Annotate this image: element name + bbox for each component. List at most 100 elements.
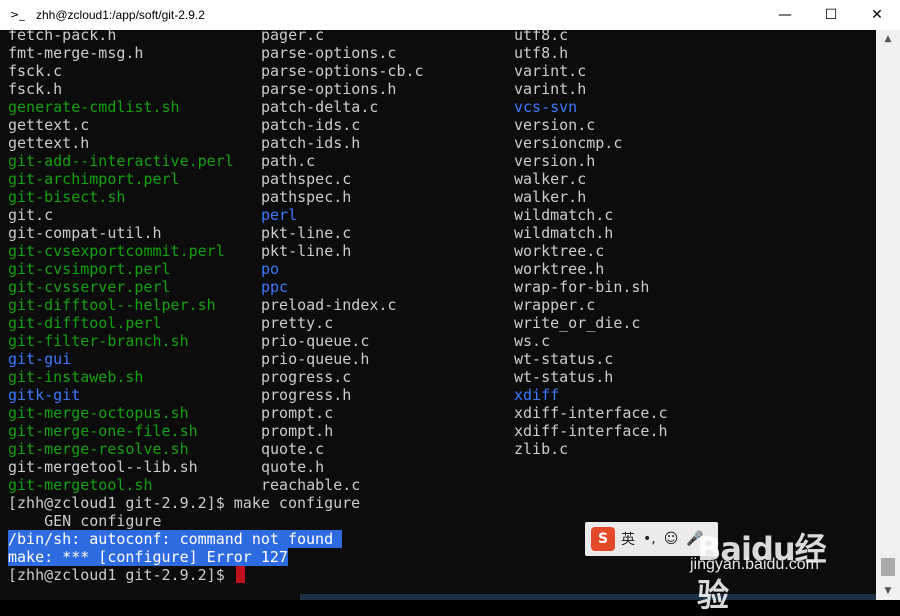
listing-row: git-cvsimport.perl po worktree.h (8, 260, 868, 278)
file-entry: worktree.h (514, 260, 605, 278)
file-entry: wt-status.h (514, 368, 614, 386)
maximize-button[interactable]: ☐ (808, 0, 854, 30)
file-entry: write_or_die.c (514, 314, 641, 332)
listing-row: git-merge-resolve.sh quote.c zlib.c (8, 440, 868, 458)
file-entry: varint.c (514, 62, 587, 80)
prompt-text: [zhh@zcloud1 git-2.9.2]$ (8, 566, 234, 584)
file-entry: git-cvsimport.perl (8, 260, 171, 278)
file-entry: progress.h (261, 386, 352, 404)
file-entry: progress.c (261, 368, 352, 386)
ime-language-toggle[interactable]: 英 (621, 529, 635, 549)
file-entry: pathspec.c (261, 170, 352, 188)
text-cursor (235, 566, 245, 583)
file-entry: fsck.c (8, 62, 63, 80)
file-entry: pkt-line.c (261, 224, 352, 242)
file-entry: pretty.c (261, 314, 334, 332)
listing-row: git-cvsserver.perl ppc wrap-for-bin.sh (8, 278, 868, 296)
minimize-button[interactable]: — (762, 0, 808, 30)
listing-row: fsck.c parse-options-cb.c varint.c (8, 62, 868, 80)
listing-row: git-bisect.sh pathspec.h walker.h (8, 188, 868, 206)
file-entry: pkt-line.h (261, 242, 352, 260)
file-entry: gettext.h (8, 134, 90, 152)
file-entry: worktree.c (514, 242, 605, 260)
listing-row: git-merge-one-file.sh prompt.h xdiff-inter… (8, 422, 868, 440)
file-entry: walker.h (514, 188, 587, 206)
file-entry: parse-options-cb.c (261, 62, 424, 80)
listing-row: git-difftool.perl pretty.c write_or_die.c (8, 314, 868, 332)
ime-emoji-icon[interactable]: ☺ (664, 531, 679, 547)
file-entry: git-mergetool--lib.sh (8, 458, 198, 476)
terminal-icon: >_ (10, 8, 25, 21)
file-entry: git-merge-resolve.sh (8, 440, 189, 458)
file-entry: version.h (514, 152, 596, 170)
prompt-line[interactable]: [zhh@zcloud1 git-2.9.2]$ (8, 566, 245, 584)
file-entry: git-filter-branch.sh (8, 332, 189, 350)
file-entry: git-gui (8, 350, 72, 368)
file-entry: parse-options.c (261, 44, 397, 62)
file-entry: pager.c (261, 30, 325, 44)
file-entry: git-cvsserver.perl (8, 278, 171, 296)
file-entry: xdiff (514, 386, 560, 404)
listing-row: git-mergetool--lib.sh quote.h (8, 458, 868, 476)
watermark-overlay: S 英 •, ☺ 🎤 Baidu经验 jingyan.baidu.com (585, 522, 855, 614)
file-entry: version.c (514, 116, 596, 134)
file-entry: gitk-git (8, 386, 81, 404)
scroll-down-icon[interactable]: ▼ (876, 582, 900, 600)
file-entry: ws.c (514, 332, 551, 350)
listing-row: git-merge-octopus.sh prompt.c xdiff-interf… (8, 404, 868, 422)
baidu-url: jingyan.baidu.com (690, 556, 819, 573)
listing-row: fmt-merge-msg.h parse-options.c utf8.h (8, 44, 868, 62)
sogou-logo-icon: S (591, 527, 615, 551)
vertical-scrollbar[interactable]: ▲ ▼ (876, 30, 900, 600)
file-entry: gettext.c (8, 116, 90, 134)
file-entry: xdiff-interface.c (514, 404, 668, 422)
title-bar: >_ zhh@zcloud1:/app/soft/git-2.9.2 — ☐ ✕ (0, 0, 900, 30)
window-controls: — ☐ ✕ (762, 0, 900, 30)
command-line: [zhh@zcloud1 git-2.9.2]$ make configure (8, 494, 361, 512)
file-entry: patch-ids.h (261, 134, 361, 152)
file-entry: pathspec.h (261, 188, 352, 206)
file-entry: git-mergetool.sh (8, 476, 153, 494)
file-entry: git.c (8, 206, 54, 224)
file-entry: git-compat-util.h (8, 224, 162, 242)
listing-row: fsck.h parse-options.h varint.h (8, 80, 868, 98)
listing-row: generate-cmdlist.sh patch-delta.c vcs-svn (8, 98, 868, 116)
file-entry: versioncmp.c (514, 134, 623, 152)
file-entry: parse-options.h (261, 80, 397, 98)
file-entry: wrap-for-bin.sh (514, 278, 650, 296)
selected-text: make: *** [configure] Error 127 (8, 548, 288, 566)
file-entry: varint.h (514, 80, 587, 98)
listing-row: git-mergetool.sh reachable.c (8, 476, 868, 494)
file-entry: prio-queue.c (261, 332, 370, 350)
file-entry: utf8.c (514, 30, 569, 44)
error-line-autoconf[interactable]: /bin/sh: autoconf: command not found (8, 530, 343, 548)
terminal-output[interactable]: fetch-pack.h pager.c utf8.c fmt-merge-msg.h… (0, 30, 876, 600)
file-entry: preload-index.c (261, 296, 397, 314)
error-line-make[interactable]: make: *** [configure] Error 127 (8, 548, 288, 566)
file-entry: git-bisect.sh (8, 188, 126, 206)
file-entry: generate-cmdlist.sh (8, 98, 180, 116)
scroll-up-icon[interactable]: ▲ (876, 30, 900, 48)
listing-row: fetch-pack.h pager.c utf8.c (8, 30, 868, 44)
listing-row: gettext.c patch-ids.c version.c (8, 116, 868, 134)
file-entry: fsck.h (8, 80, 63, 98)
file-entry: walker.c (514, 170, 587, 188)
listing-row: git-gui prio-queue.h wt-status.c (8, 350, 868, 368)
file-entry: git-add--interactive.perl (8, 152, 234, 170)
listing-row: gettext.h patch-ids.h versioncmp.c (8, 134, 868, 152)
window-title: zhh@zcloud1:/app/soft/git-2.9.2 (36, 8, 205, 22)
file-entry: fetch-pack.h (8, 30, 117, 44)
listing-row: git-cvsexportcommit.perl pkt-line.h worktr… (8, 242, 868, 260)
listing-row: git-add--interactive.perl path.c version.h (8, 152, 868, 170)
ime-punctuation-icon[interactable]: •, (643, 531, 656, 547)
file-entry: quote.h (261, 458, 325, 476)
scrollbar-thumb[interactable] (881, 558, 895, 576)
gen-configure-line: GEN configure (8, 512, 162, 530)
file-entry: patch-ids.c (261, 116, 361, 134)
file-entry: prompt.h (261, 422, 334, 440)
close-button[interactable]: ✕ (854, 0, 900, 30)
selected-text: /bin/sh: autoconf: command not found (8, 530, 343, 548)
file-entry: patch-delta.c (261, 98, 379, 116)
file-entry: wrapper.c (514, 296, 596, 314)
file-entry: ppc (261, 278, 289, 296)
